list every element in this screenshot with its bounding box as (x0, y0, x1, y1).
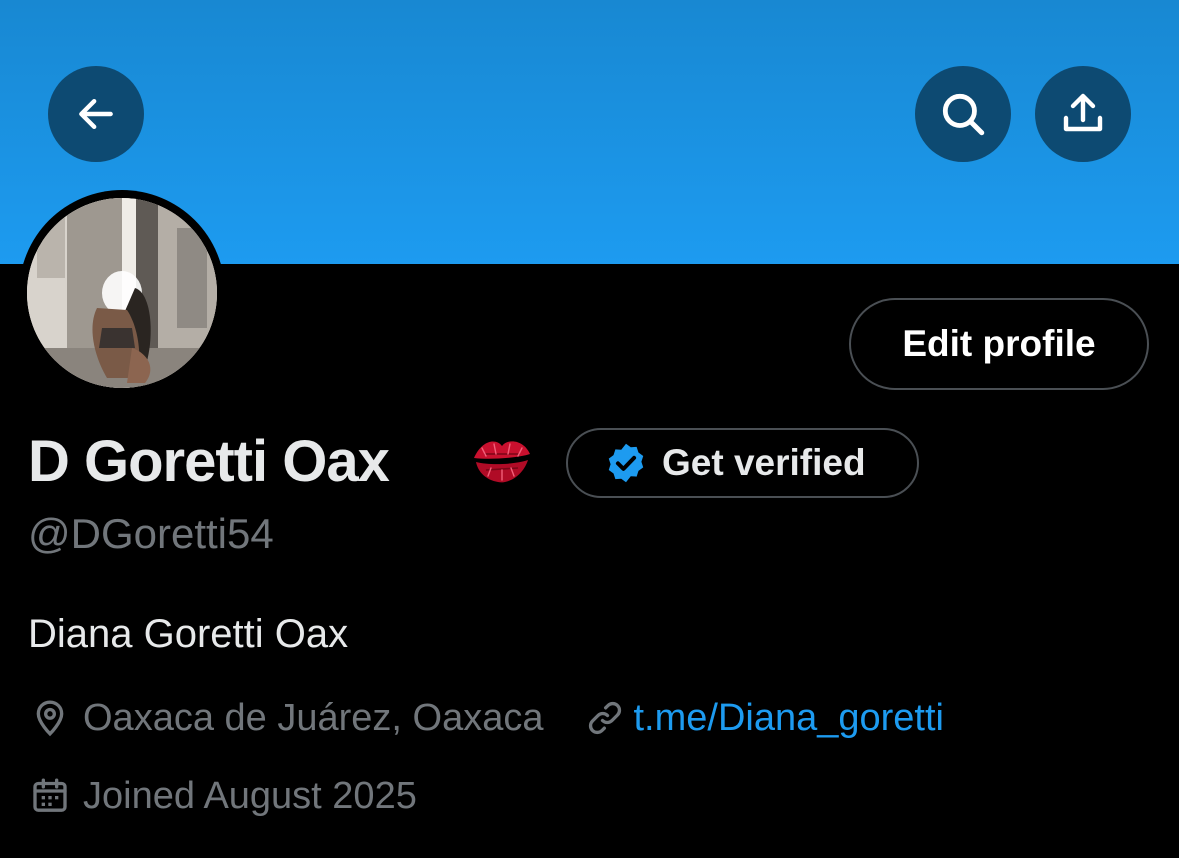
profile-handle: @DGoretti54 (28, 510, 274, 557)
kiss-mark-emoji (474, 441, 530, 483)
profile-joined-date: Joined August 2025 (83, 774, 417, 817)
avatar-photo (27, 198, 217, 388)
edit-profile-button[interactable]: Edit profile (849, 298, 1149, 390)
profile-location: Oaxaca de Juárez, Oaxaca (83, 696, 544, 739)
arrow-left-icon (79, 98, 113, 130)
get-verified-button[interactable]: Get verified (566, 428, 919, 498)
avatar[interactable] (27, 198, 217, 388)
profile-meta-joined-row: Joined August 2025 (30, 772, 417, 820)
share-upload-icon (1063, 93, 1103, 132)
display-name: D Goretti Oax (28, 429, 390, 494)
search-icon (942, 93, 985, 136)
back-button[interactable] (48, 66, 144, 162)
profile-meta-location-row: Oaxaca de Juárez, Oaxaca t.me/Diana_gore… (30, 694, 944, 742)
profile-website-link[interactable]: t.me/Diana_goretti (633, 697, 944, 740)
avatar-frame[interactable] (19, 190, 225, 396)
location-pin-icon (36, 700, 64, 737)
profile-bio: Diana Goretti Oax (28, 612, 349, 656)
calendar-icon (33, 778, 67, 812)
link-icon (589, 701, 622, 735)
share-button[interactable] (1035, 66, 1131, 162)
profile-page: Edit profile D Goretti Oax Get verified … (0, 0, 1179, 858)
get-verified-label: Get verified (662, 442, 866, 483)
verified-badge-icon (608, 443, 644, 483)
search-button[interactable] (915, 66, 1011, 162)
